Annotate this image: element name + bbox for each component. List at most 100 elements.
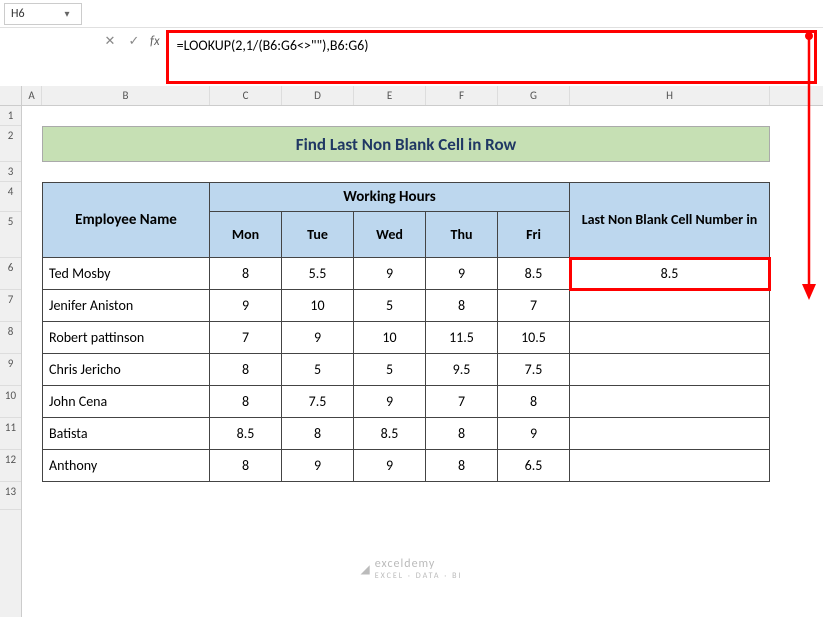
table-row: Chris Jericho8559.57.5 <box>42 354 770 386</box>
value-cell[interactable]: 9.5 <box>426 354 498 386</box>
value-cell[interactable]: 8 <box>282 418 354 450</box>
table-row: Jenifer Aniston910587 <box>42 290 770 322</box>
col-header[interactable]: A <box>22 86 42 105</box>
fx-label[interactable]: fx <box>150 34 160 49</box>
row-header[interactable]: 6 <box>0 258 21 290</box>
result-cell[interactable] <box>570 322 770 354</box>
col-header[interactable]: G <box>498 86 570 105</box>
watermark-sub: EXCEL · DATA · BI <box>375 571 463 581</box>
col-header[interactable]: H <box>570 86 770 105</box>
value-cell[interactable]: 8 <box>426 290 498 322</box>
table-row: Ted Mosby85.5998.58.5 <box>42 258 770 290</box>
formula-bar[interactable]: =LOOKUP(2,1/(B6:G6<>""),B6:G6) <box>166 30 817 84</box>
value-cell[interactable]: 9 <box>282 450 354 482</box>
value-cell[interactable]: 7.5 <box>282 386 354 418</box>
day-header-fri[interactable]: Fri <box>498 212 570 258</box>
logo-icon: ◢ <box>361 562 371 577</box>
value-cell[interactable]: 8 <box>210 354 282 386</box>
value-cell[interactable]: 9 <box>498 418 570 450</box>
row-header[interactable]: 10 <box>0 386 21 418</box>
value-cell[interactable]: 7 <box>210 322 282 354</box>
result-cell[interactable] <box>570 290 770 322</box>
row-header[interactable]: 8 <box>0 322 21 354</box>
table-row: Robert pattinson791011.510.5 <box>42 322 770 354</box>
col-header[interactable]: C <box>210 86 282 105</box>
value-cell[interactable]: 5.5 <box>282 258 354 290</box>
col-header[interactable]: E <box>354 86 426 105</box>
value-cell[interactable]: 8 <box>210 450 282 482</box>
value-cell[interactable]: 9 <box>426 258 498 290</box>
day-header-tue[interactable]: Tue <box>282 212 354 258</box>
select-all-corner[interactable] <box>0 86 22 106</box>
value-cell[interactable]: 7 <box>426 386 498 418</box>
row-header[interactable]: 12 <box>0 450 21 482</box>
value-cell[interactable]: 8 <box>426 450 498 482</box>
value-cell[interactable]: 10 <box>354 322 426 354</box>
watermark: ◢ exceldemy EXCEL · DATA · BI <box>361 557 463 581</box>
employee-name-cell[interactable]: Anthony <box>42 450 210 482</box>
row-header[interactable]: 13 <box>0 482 21 510</box>
chevron-down-icon[interactable]: ▾ <box>59 7 75 20</box>
employee-name-cell[interactable]: Batista <box>42 418 210 450</box>
value-cell[interactable]: 8 <box>426 418 498 450</box>
value-cell[interactable]: 8 <box>498 386 570 418</box>
row-header[interactable]: 5 <box>0 212 21 258</box>
row-header[interactable]: 7 <box>0 290 21 322</box>
value-cell[interactable]: 8 <box>210 386 282 418</box>
row-header[interactable]: 1 <box>0 106 21 126</box>
row-header[interactable]: 3 <box>0 162 21 182</box>
grid-area[interactable]: Find Last Non Blank Cell in Row Employee… <box>22 106 823 617</box>
name-box[interactable]: H6 ▾ <box>4 3 82 25</box>
col-header[interactable]: B <box>42 86 210 105</box>
value-cell[interactable]: 10 <box>282 290 354 322</box>
col-header[interactable]: F <box>426 86 498 105</box>
value-cell[interactable]: 7 <box>498 290 570 322</box>
value-cell[interactable]: 6.5 <box>498 450 570 482</box>
value-cell[interactable]: 9 <box>282 322 354 354</box>
employee-header[interactable]: Employee Name <box>42 182 210 258</box>
value-cell[interactable]: 9 <box>354 258 426 290</box>
value-cell[interactable]: 9 <box>354 386 426 418</box>
enter-icon[interactable]: ✓ <box>126 34 142 49</box>
employee-name-cell[interactable]: Jenifer Aniston <box>42 290 210 322</box>
value-cell[interactable]: 8.5 <box>210 418 282 450</box>
page-title[interactable]: Find Last Non Blank Cell in Row <box>42 126 770 162</box>
row-header[interactable]: 9 <box>0 354 21 386</box>
value-cell[interactable]: 7.5 <box>498 354 570 386</box>
column-headers: A B C D E F G H <box>22 86 823 106</box>
result-cell[interactable] <box>570 450 770 482</box>
value-cell[interactable]: 8.5 <box>354 418 426 450</box>
result-cell[interactable] <box>570 386 770 418</box>
employee-name-cell[interactable]: Chris Jericho <box>42 354 210 386</box>
value-cell[interactable]: 8.5 <box>498 258 570 290</box>
employee-name-cell[interactable]: Robert pattinson <box>42 322 210 354</box>
value-cell[interactable]: 8 <box>210 258 282 290</box>
value-cell[interactable]: 11.5 <box>426 322 498 354</box>
day-header-wed[interactable]: Wed <box>354 212 426 258</box>
value-cell[interactable]: 5 <box>354 354 426 386</box>
result-cell[interactable]: 8.5 <box>570 258 770 290</box>
row-header[interactable]: 11 <box>0 418 21 450</box>
result-cell[interactable] <box>570 418 770 450</box>
result-cell[interactable] <box>570 354 770 386</box>
table-row: Anthony89986.5 <box>42 450 770 482</box>
value-cell[interactable]: 9 <box>210 290 282 322</box>
value-cell[interactable]: 5 <box>354 290 426 322</box>
col-header[interactable]: D <box>282 86 354 105</box>
table-row: Batista8.588.589 <box>42 418 770 450</box>
cancel-icon[interactable]: ✕ <box>102 34 118 49</box>
formula-controls: ✕ ✓ fx <box>8 28 164 49</box>
working-hours-header[interactable]: Working Hours <box>210 182 570 212</box>
value-cell[interactable]: 5 <box>282 354 354 386</box>
row-header[interactable]: 4 <box>0 182 21 212</box>
employee-name-cell[interactable]: Ted Mosby <box>42 258 210 290</box>
day-header-mon[interactable]: Mon <box>210 212 282 258</box>
row-header[interactable]: 2 <box>0 126 21 162</box>
day-header-thu[interactable]: Thu <box>426 212 498 258</box>
employee-name-cell[interactable]: John Cena <box>42 386 210 418</box>
watermark-brand: exceldemy <box>375 557 463 571</box>
value-cell[interactable]: 10.5 <box>498 322 570 354</box>
last-non-blank-header[interactable]: Last Non Blank Cell Number in <box>570 182 770 258</box>
value-cell[interactable]: 9 <box>354 450 426 482</box>
name-box-value: H6 <box>11 7 25 21</box>
